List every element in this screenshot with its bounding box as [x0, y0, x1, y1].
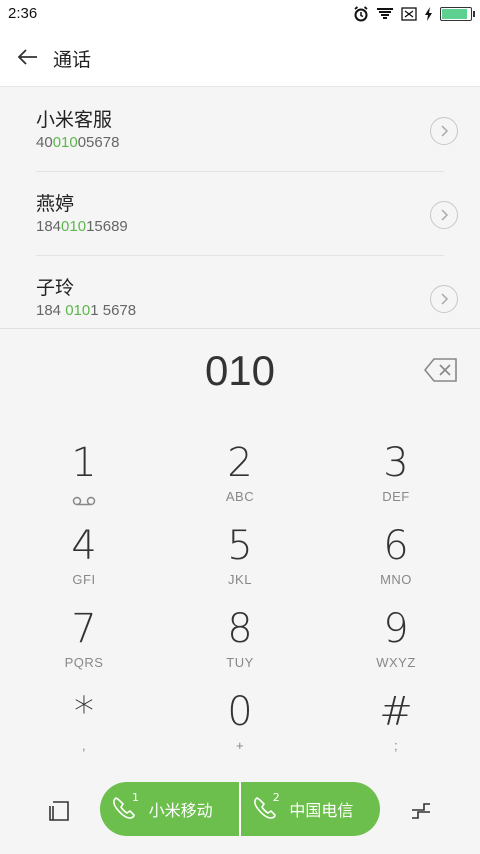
- backspace-button[interactable]: [423, 357, 458, 383]
- key-7[interactable]: 7 PQRS: [24, 607, 144, 687]
- key-5[interactable]: 5 JKL: [180, 524, 300, 604]
- key-digit: 3: [383, 440, 409, 486]
- key-6[interactable]: 6 MNO: [336, 524, 456, 604]
- contact-item[interactable]: 燕婷 18401015689: [36, 171, 458, 256]
- dialer-panel: 010 1 2 ABC 3 DEF 4 GFI 5 JKL 6 MNO 7 PQ…: [0, 328, 480, 854]
- key-letters: +: [235, 738, 245, 753]
- collapse-keypad-button[interactable]: [48, 800, 70, 822]
- key-4[interactable]: 4 GFI: [24, 524, 144, 604]
- status-bar: 2:36: [0, 0, 480, 28]
- contact-detail-button[interactable]: [430, 117, 458, 145]
- chevron-right-icon: [441, 209, 449, 221]
- call-sim1-button[interactable]: 1 小米移动: [100, 782, 239, 836]
- key-digit: 5: [227, 523, 253, 569]
- chevron-right-icon: [441, 293, 449, 305]
- swap-icon: [412, 803, 430, 819]
- key-letters: TUY: [226, 655, 254, 670]
- key-star[interactable]: * ,: [24, 690, 144, 770]
- key-1[interactable]: 1: [24, 441, 144, 521]
- status-icons: [353, 5, 475, 23]
- contact-detail-button[interactable]: [430, 201, 458, 229]
- contact-name: 小米客服: [36, 109, 113, 131]
- contact-number: 184 0101 5678: [36, 302, 136, 319]
- contact-name: 燕婷: [36, 193, 75, 215]
- voicemail-icon: [72, 496, 96, 506]
- key-digit: 9: [383, 606, 409, 652]
- contact-detail-button[interactable]: [430, 285, 458, 313]
- backspace-icon: [423, 358, 457, 382]
- status-time: 2:36: [8, 5, 38, 22]
- page-title: 通话: [53, 49, 92, 71]
- key-letters: DEF: [382, 489, 410, 504]
- key-letters: ABC: [225, 489, 255, 504]
- switch-sim-button[interactable]: [410, 800, 432, 822]
- sim2-label: 中国电信: [289, 801, 354, 820]
- key-letters: PQRS: [64, 655, 104, 670]
- call-sim2-button[interactable]: 2 中国电信: [241, 782, 380, 836]
- call-bar: 1 小米移动 2 中国电信: [0, 782, 480, 836]
- key-digit: #: [379, 689, 413, 735]
- key-9[interactable]: 9 WXYZ: [336, 607, 456, 687]
- key-digit: *: [74, 689, 94, 735]
- key-digit: 8: [227, 606, 253, 652]
- number-match: 010: [65, 302, 91, 319]
- number-part: 05678: [77, 134, 120, 151]
- number-part: 40: [36, 134, 53, 151]
- sim-index: 2: [272, 791, 280, 804]
- contact-suggestion-list: 小米客服 4001005678 燕婷 18401015689 子玲 184 01…: [0, 87, 480, 327]
- contact-item[interactable]: 小米客服 4001005678: [36, 87, 458, 172]
- key-hash[interactable]: # ;: [336, 690, 456, 770]
- key-letters: ,: [81, 738, 87, 753]
- key-letters: MNO: [380, 572, 412, 587]
- key-digit: 0: [227, 689, 253, 735]
- number-part: 15689: [86, 218, 128, 235]
- arrow-left-icon: [17, 49, 37, 65]
- key-0[interactable]: 0 +: [180, 690, 300, 770]
- key-digit: 6: [383, 523, 409, 569]
- dial-input[interactable]: 010: [0, 347, 480, 395]
- no-sim-icon: [401, 7, 417, 21]
- contact-number: 18401015689: [36, 218, 128, 235]
- contact-name: 子玲: [36, 277, 75, 299]
- sim1-label: 小米移动: [148, 801, 213, 820]
- contact-item[interactable]: 子玲 184 0101 5678: [36, 255, 458, 339]
- number-part: 1 5678: [90, 302, 137, 319]
- number-part: 184: [36, 302, 66, 319]
- chevron-right-icon: [441, 125, 449, 137]
- key-digit: 1: [71, 440, 97, 486]
- key-digit: 4: [71, 523, 97, 569]
- contact-number: 4001005678: [36, 134, 119, 151]
- square-icon: [49, 801, 69, 821]
- number-match: 010: [61, 218, 87, 235]
- call-button-group: 1 小米移动 2 中国电信: [100, 782, 380, 836]
- key-digit: 7: [71, 606, 97, 652]
- header: 通话: [0, 28, 480, 87]
- wifi-icon: [377, 8, 393, 19]
- key-letters: GFI: [72, 572, 96, 587]
- battery-fill: [442, 9, 467, 19]
- key-digit: 2: [227, 440, 253, 486]
- number-match: 010: [52, 134, 78, 151]
- alarm-icon: [354, 6, 368, 22]
- sim-index: 1: [132, 791, 139, 804]
- back-button[interactable]: [14, 42, 40, 72]
- battery-icon: [440, 7, 475, 21]
- charging-icon: [425, 7, 432, 21]
- key-3[interactable]: 3 DEF: [336, 441, 456, 521]
- key-8[interactable]: 8 TUY: [180, 607, 300, 687]
- key-2[interactable]: 2 ABC: [180, 441, 300, 521]
- key-letters: ;: [393, 738, 399, 753]
- key-letters: WXYZ: [376, 655, 416, 670]
- number-part: 184: [36, 218, 62, 235]
- key-letters: JKL: [228, 572, 252, 587]
